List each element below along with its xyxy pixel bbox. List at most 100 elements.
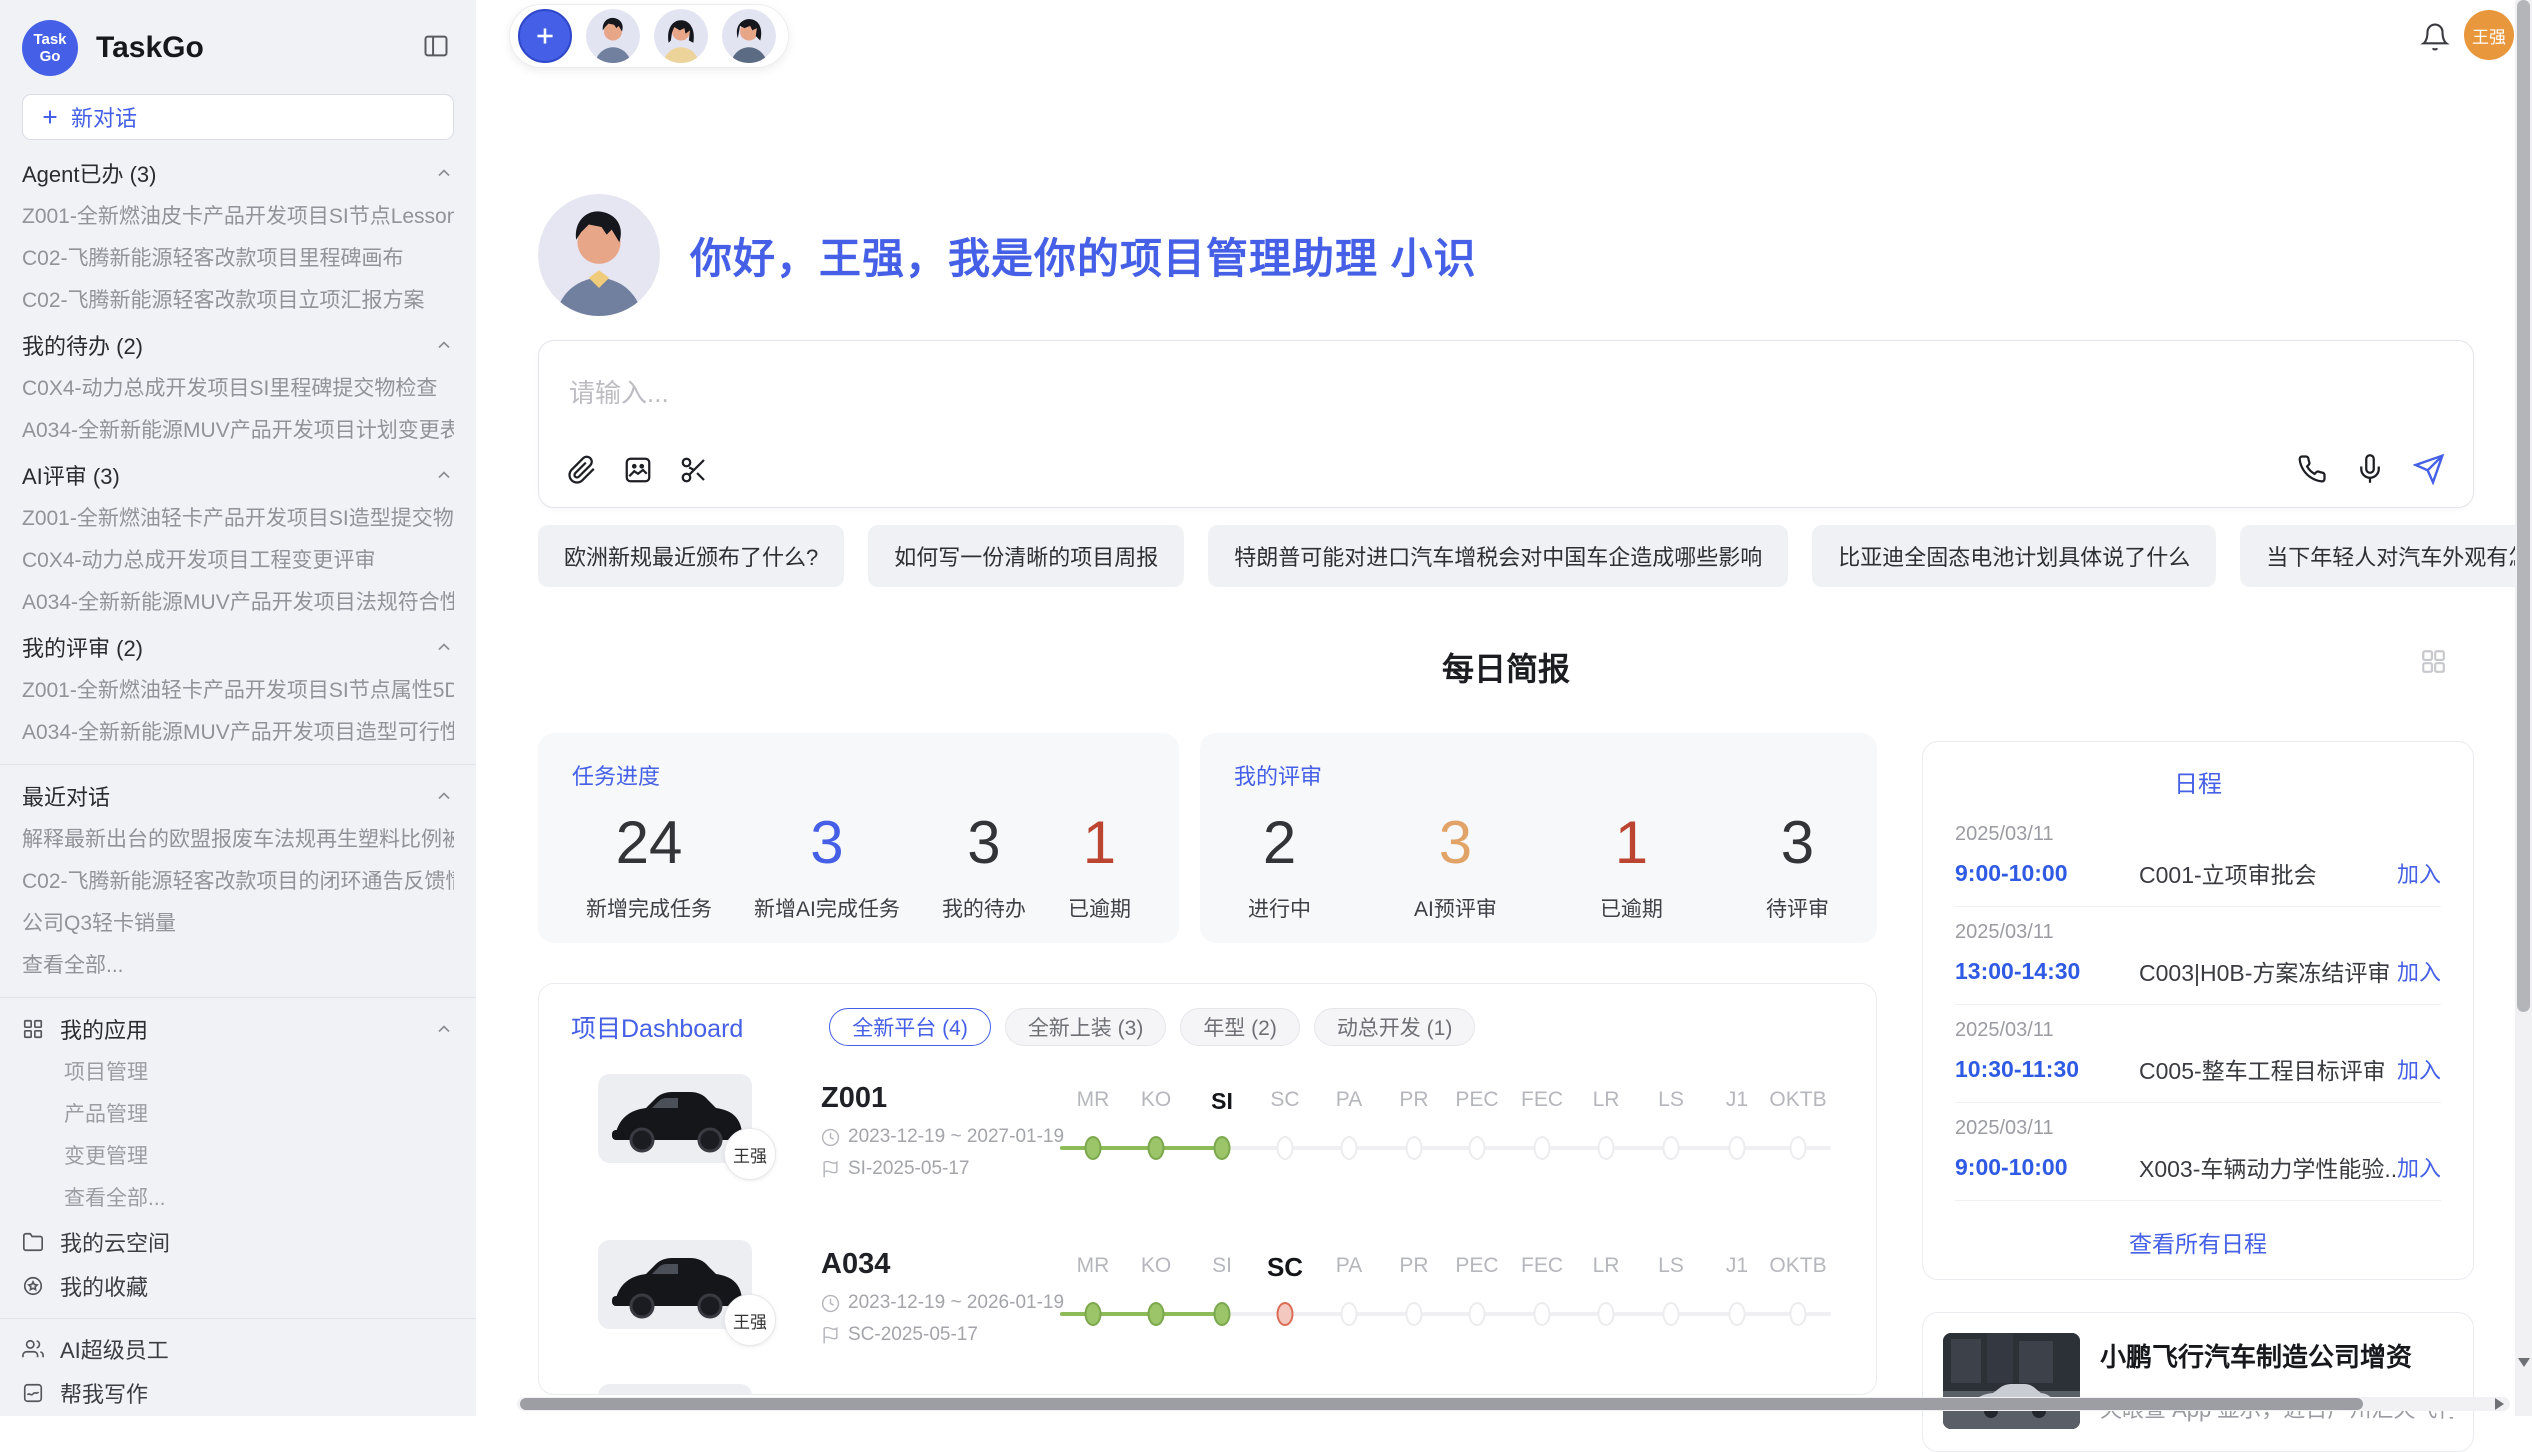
list-item[interactable]: A034-全新新能源MUV产品开发项目计划变更表编写 xyxy=(22,410,454,452)
user-avatar[interactable]: 王强 xyxy=(2464,10,2514,60)
milestone-node[interactable] xyxy=(1534,1136,1551,1160)
send-icon[interactable] xyxy=(2413,453,2445,485)
chevron-up-icon[interactable] xyxy=(434,465,454,485)
scroll-right-arrow-icon[interactable] xyxy=(2495,1398,2504,1410)
list-item[interactable]: C02-飞腾新能源轻客改款项目立项汇报方案 xyxy=(22,280,454,322)
scissors-icon[interactable] xyxy=(679,455,709,485)
suggestion-chip[interactable]: 特朗普可能对进口汽车增税会对中国车企造成哪些影响 xyxy=(1208,525,1788,587)
milestone-node[interactable] xyxy=(1663,1302,1680,1326)
section-my-apps[interactable]: 我的应用 xyxy=(22,1006,454,1052)
suggestion-chip[interactable]: 比亚迪全固态电池计划具体说了什么 xyxy=(1812,525,2216,587)
milestone-node[interactable] xyxy=(1469,1136,1486,1160)
list-item[interactable]: C0X4-动力总成开发项目SI里程碑提交物检查 xyxy=(22,368,454,410)
vertical-scrollbar-thumb[interactable] xyxy=(2517,0,2530,1012)
chevron-up-icon[interactable] xyxy=(434,1019,454,1039)
view-all-schedule-link[interactable]: 查看所有日程 xyxy=(1955,1201,2441,1259)
view-all-link[interactable]: 查看全部... xyxy=(22,945,454,987)
join-link[interactable]: 加入 xyxy=(2397,857,2441,889)
list-item[interactable]: Z001-全新燃油皮卡产品开发项目SI节点Lesson Learn报告 xyxy=(22,196,454,238)
agent-avatar[interactable] xyxy=(654,9,708,63)
milestone-node[interactable] xyxy=(1790,1302,1807,1326)
new-chat-button[interactable]: 新对话 xyxy=(22,94,454,140)
chevron-up-icon[interactable] xyxy=(434,637,454,657)
notification-bell-icon[interactable] xyxy=(2420,22,2450,52)
app-item-project-mgmt[interactable]: 项目管理 xyxy=(22,1052,454,1094)
milestone-node[interactable] xyxy=(1729,1136,1746,1160)
help-me-write[interactable]: 帮我写作 xyxy=(22,1371,454,1415)
list-item[interactable]: C0X4-动力总成开发项目工程变更评审 xyxy=(22,540,454,582)
list-item[interactable]: Z001-全新燃油轻卡产品开发项目SI节点属性5D文件评审 xyxy=(22,670,454,712)
milestone-label: SI xyxy=(1212,1254,1232,1278)
agent-avatar[interactable] xyxy=(586,9,640,63)
app-item-product-mgmt[interactable]: 产品管理 xyxy=(22,1094,454,1136)
milestone-node[interactable] xyxy=(1214,1136,1231,1160)
project-row[interactable]: 王强 A034 2023-12-19 ~ 2026-01-19 SC-2025-… xyxy=(539,1240,1876,1395)
milestone-node[interactable] xyxy=(1341,1136,1358,1160)
view-all-link[interactable]: 查看全部... xyxy=(22,1178,454,1220)
image-upload-icon[interactable] xyxy=(623,455,653,485)
agent-avatar[interactable] xyxy=(722,9,776,63)
list-item[interactable]: 公司Q3轻卡销量 xyxy=(22,903,454,945)
suggestion-chip[interactable]: 当下年轻人对汽车外观有怎样的喜好趋势 xyxy=(2240,525,2532,587)
layout-grid-icon[interactable] xyxy=(2420,648,2446,674)
phone-icon[interactable] xyxy=(2297,454,2327,484)
chevron-up-icon[interactable] xyxy=(434,786,454,806)
join-link[interactable]: 加入 xyxy=(2397,1053,2441,1085)
my-favorites[interactable]: 我的收藏 xyxy=(22,1264,454,1308)
milestone-label: LR xyxy=(1593,1088,1620,1112)
list-item[interactable]: Z001-全新燃油轻卡产品开发项目SI造型提交物评审 xyxy=(22,498,454,540)
tab-model-year[interactable]: 年型 (2) xyxy=(1180,1008,1300,1046)
milestone-node[interactable] xyxy=(1598,1302,1615,1326)
suggestion-chip[interactable]: 欧洲新规最近颁布了什么? xyxy=(538,525,844,587)
add-agent-button[interactable] xyxy=(518,9,572,63)
tab-superstructure[interactable]: 全新上装 (3) xyxy=(1005,1008,1167,1046)
milestone-node-current[interactable] xyxy=(1277,1302,1294,1326)
milestone-node[interactable] xyxy=(1663,1136,1680,1160)
list-item[interactable]: A034-全新新能源MUV产品开发项目造型可行性评审 xyxy=(22,712,454,754)
suggestion-chip[interactable]: 如何写一份清晰的项目周报 xyxy=(868,525,1184,587)
horizontal-scrollbar[interactable] xyxy=(517,1397,2510,1411)
ai-super-staff[interactable]: AI超级员工 xyxy=(22,1327,454,1371)
microphone-icon[interactable] xyxy=(2355,454,2385,484)
news-card[interactable]: 小鹏飞行汽车制造公司增资 天眼查 App 显示，近日广州汇天飞行汽 xyxy=(1922,1312,2474,1452)
vertical-scrollbar[interactable] xyxy=(2515,0,2532,1416)
join-link[interactable]: 加入 xyxy=(2397,1151,2441,1183)
milestone-label: PR xyxy=(1399,1088,1428,1112)
horizontal-scrollbar-thumb[interactable] xyxy=(520,1398,2363,1410)
section-recent-chats[interactable]: 最近对话 xyxy=(22,773,454,819)
section-ai-review[interactable]: AI评审 (3) xyxy=(22,452,454,498)
join-link[interactable]: 加入 xyxy=(2397,955,2441,987)
section-my-todo[interactable]: 我的待办 (2) xyxy=(22,322,454,368)
milestone-node[interactable] xyxy=(1406,1302,1423,1326)
message-composer[interactable]: 请输入... xyxy=(538,340,2474,508)
project-row[interactable]: 王强 Z001 2023-12-19 ~ 2027-01-19 SI-2025-… xyxy=(539,1074,1876,1240)
chevron-up-icon[interactable] xyxy=(434,163,454,183)
milestone-node[interactable] xyxy=(1534,1302,1551,1326)
list-item[interactable]: A034-全新新能源MUV产品开发项目法规符合性评审 xyxy=(22,582,454,624)
attachment-icon[interactable] xyxy=(567,455,597,485)
milestone-node[interactable] xyxy=(1790,1136,1807,1160)
tab-platform[interactable]: 全新平台 (4) xyxy=(829,1008,991,1046)
milestone-node[interactable] xyxy=(1341,1302,1358,1326)
sidebar-toggle-icon[interactable] xyxy=(422,32,450,60)
list-item[interactable]: C02-飞腾新能源轻客改款项目里程碑画布 xyxy=(22,238,454,280)
milestone-node[interactable] xyxy=(1148,1302,1165,1326)
chevron-up-icon[interactable] xyxy=(434,335,454,355)
app-item-change-mgmt[interactable]: 变更管理 xyxy=(22,1136,454,1178)
milestone-node[interactable] xyxy=(1277,1136,1294,1160)
milestone-node[interactable] xyxy=(1469,1302,1486,1326)
milestone-node[interactable] xyxy=(1406,1136,1423,1160)
tab-powertrain[interactable]: 动总开发 (1) xyxy=(1314,1008,1476,1046)
list-item[interactable]: 解释最新出台的欧盟报废车法规再生塑料比例被调至15%... xyxy=(22,819,454,861)
list-item[interactable]: C02-飞腾新能源轻客改款项目的闭环通告反馈情况 xyxy=(22,861,454,903)
milestone-node[interactable] xyxy=(1085,1302,1102,1326)
section-agent-done[interactable]: Agent已办 (3) xyxy=(22,150,454,196)
milestone-node[interactable] xyxy=(1148,1136,1165,1160)
milestone-node[interactable] xyxy=(1085,1136,1102,1160)
section-my-review[interactable]: 我的评审 (2) xyxy=(22,624,454,670)
milestone-node[interactable] xyxy=(1598,1136,1615,1160)
milestone-node[interactable] xyxy=(1729,1302,1746,1326)
my-cloud-space[interactable]: 我的云空间 xyxy=(22,1220,454,1264)
milestone-node[interactable] xyxy=(1214,1302,1231,1326)
scroll-down-arrow-icon[interactable] xyxy=(2518,1358,2530,1367)
